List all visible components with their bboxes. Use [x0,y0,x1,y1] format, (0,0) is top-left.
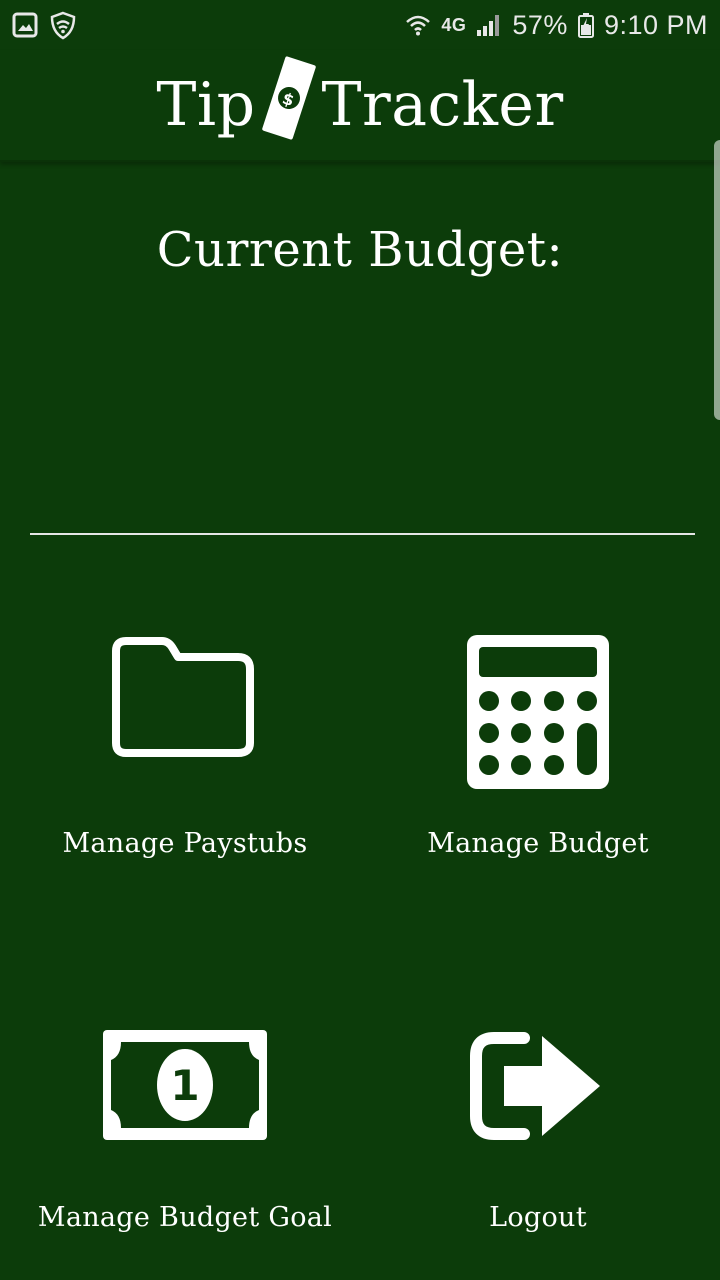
logo-text-tracker: Tracker [321,70,564,140]
manage-budget-goal-label: Manage Budget Goal [37,1202,333,1233]
manage-budget-goal-button[interactable]: 1 Manage Budget Goal [25,1020,345,1240]
divider [30,533,695,535]
manage-paystubs-button[interactable]: Manage Paystubs [25,620,345,870]
status-left [12,10,78,40]
battery-icon [577,12,594,38]
logo-text-tip: Tip [156,70,256,140]
svg-text:1: 1 [170,1061,199,1110]
app-header: Tip $ Tracker [0,50,720,162]
gallery-icon [12,12,38,38]
manage-budget-button[interactable]: Manage Budget [378,620,698,870]
signal-icon [476,13,502,37]
app-logo: Tip $ Tracker [156,55,563,156]
calculator-icon [378,635,698,789]
clock: 9:10 PM [603,9,708,40]
edge-panel-handle[interactable] [714,140,720,420]
dollar-bill-icon: $ [260,55,318,156]
logout-button[interactable]: Logout [378,1020,698,1240]
shield-icon [48,10,78,40]
status-bar: 4G 57% 9:10 PM [0,0,720,50]
manage-paystubs-label: Manage Paystubs [62,828,308,859]
status-right: 4G 57% 9:10 PM [405,10,708,41]
logout-label: Logout [489,1202,587,1233]
network-label: 4G [441,14,467,35]
battery-percent: 57% [512,9,568,40]
folder-icon [25,635,345,759]
logout-icon [378,1030,698,1142]
current-budget-title: Current Budget: [156,222,564,278]
wifi-icon [405,14,431,36]
money-bill-icon: 1 [25,1030,345,1140]
manage-budget-label: Manage Budget [427,828,649,859]
